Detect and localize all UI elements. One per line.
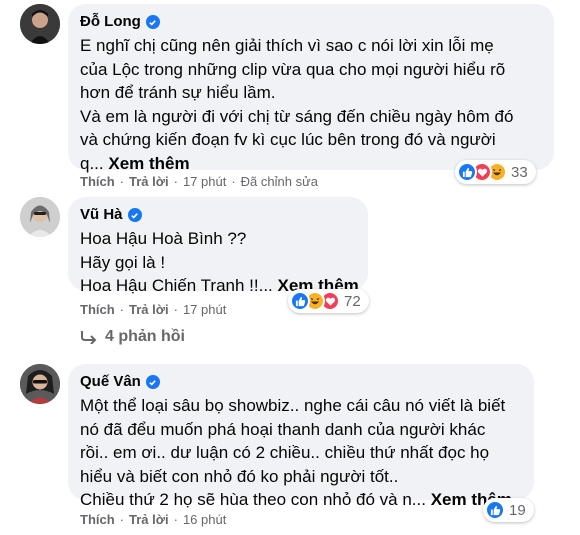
verified-badge-icon bbox=[145, 375, 160, 389]
comment-text: E nghĩ chị cũng nên giải thích vì sao c … bbox=[80, 34, 542, 175]
comment-line: Một thể loại sâu bọ showbiz.. nghe cái c… bbox=[80, 396, 506, 415]
like-button[interactable]: Thích bbox=[80, 512, 115, 527]
comment-line: Hoa Hậu Chiến Tranh !!... bbox=[80, 276, 273, 295]
timestamp[interactable]: 16 phút bbox=[183, 512, 226, 527]
avatar-image bbox=[20, 364, 60, 404]
verified-badge-icon bbox=[145, 15, 160, 29]
like-reaction-icon bbox=[290, 291, 310, 311]
like-reaction-icon bbox=[485, 500, 505, 520]
timestamp[interactable]: 17 phút bbox=[183, 302, 226, 317]
comment-actions: Thích · Trả lời · 17 phút bbox=[80, 302, 226, 317]
comment-line: rồi.. em ơi.. dư luận có 2 chiều.. chiều… bbox=[80, 443, 490, 462]
separator-dot: · bbox=[119, 174, 125, 189]
comment-line: Hãy gọi là ! bbox=[80, 252, 166, 272]
comment-line: q... bbox=[80, 153, 104, 173]
comment-line: hiểu và biết con nhỏ đó ko phải người tố… bbox=[80, 466, 399, 486]
comment-1: Đỗ Long E nghĩ chị cũng nên giải thích v… bbox=[20, 4, 554, 173]
reply-button[interactable]: Trả lời bbox=[129, 174, 169, 189]
comment-line: hơn để tránh sự hiểu lầm. bbox=[80, 83, 276, 102]
comment-actions: Thích · Trả lời · 16 phút bbox=[80, 512, 226, 527]
separator-dot: · bbox=[173, 512, 178, 527]
comment-line: E nghĩ chị cũng nên giải thích vì sao c … bbox=[80, 36, 494, 55]
reaction-count: 72 bbox=[344, 292, 361, 310]
avatar[interactable] bbox=[20, 4, 60, 44]
comment-line: Và em là người đi với chị từ sáng đến ch… bbox=[80, 106, 514, 126]
edited-label[interactable]: Đã chỉnh sửa bbox=[241, 174, 318, 189]
reaction-summary[interactable]: 72 bbox=[288, 289, 369, 313]
separator-dot: · bbox=[173, 302, 178, 317]
see-more-link[interactable]: Xem thêm bbox=[108, 154, 189, 173]
reply-button[interactable]: Trả lời bbox=[129, 302, 169, 317]
author-name[interactable]: Vũ Hà bbox=[80, 205, 123, 225]
separator-dot: · bbox=[119, 302, 125, 317]
comment-bubble: Quế Vân Một thể loại sâu bọ showbiz.. ng… bbox=[68, 364, 534, 509]
separator-dot: · bbox=[231, 174, 236, 189]
author-name[interactable]: Đỗ Long bbox=[80, 12, 141, 32]
reaction-count: 33 bbox=[511, 163, 528, 181]
comment-line: Hoa Hậu Hoà Bình ?? bbox=[80, 229, 247, 248]
comment-3: Quế Vân Một thể loại sâu bọ showbiz.. ng… bbox=[20, 364, 534, 509]
separator-dot: · bbox=[173, 174, 178, 189]
comment-bubble: Đỗ Long E nghĩ chị cũng nên giải thích v… bbox=[68, 4, 554, 173]
comment-2: Vũ Hà Hoa Hậu Hoà Bình ?? Hãy gọi là ! H… bbox=[20, 197, 368, 295]
comment-line: của Lộc trong những clip vừa qua cho mọi… bbox=[80, 59, 506, 79]
comment-text: Hoa Hậu Hoà Bình ?? Hãy gọi là ! Hoa Hậu… bbox=[80, 227, 359, 298]
comment-line: và chứng kiến đoạn fv kì cục lúc bên tro… bbox=[80, 130, 496, 149]
comment-line: Chiều thứ 2 họ sẽ hùa theo con nhỏ đó và… bbox=[80, 490, 426, 509]
comment-line: nó đã đểu muốn phá hoại thanh danh của n… bbox=[80, 419, 486, 439]
comment-actions: Thích · Trả lời · 17 phút · Đã chỉnh sửa bbox=[80, 174, 318, 189]
avatar-image bbox=[20, 4, 60, 44]
reply-arrow-icon bbox=[81, 331, 97, 344]
comment-bubble: Vũ Hà Hoa Hậu Hoà Bình ?? Hãy gọi là ! H… bbox=[68, 197, 368, 295]
verified-badge-icon bbox=[127, 208, 142, 222]
avatar[interactable] bbox=[20, 197, 60, 237]
reaction-summary[interactable]: 33 bbox=[455, 160, 536, 184]
reaction-summary[interactable]: 19 bbox=[483, 498, 534, 522]
replies-count-label[interactable]: 4 phản hồi bbox=[105, 328, 185, 346]
avatar-image bbox=[20, 197, 60, 237]
timestamp[interactable]: 17 phút bbox=[183, 174, 226, 189]
view-replies-button[interactable]: 4 phản hồi bbox=[80, 328, 185, 346]
like-reaction-icon bbox=[457, 162, 477, 182]
reaction-count: 19 bbox=[509, 501, 526, 519]
reply-button[interactable]: Trả lời bbox=[129, 512, 169, 527]
avatar[interactable] bbox=[20, 364, 60, 404]
comment-text: Một thể loại sâu bọ showbiz.. nghe cái c… bbox=[80, 394, 522, 512]
like-button[interactable]: Thích bbox=[80, 302, 115, 317]
author-name[interactable]: Quế Vân bbox=[80, 372, 141, 392]
like-button[interactable]: Thích bbox=[80, 174, 115, 189]
separator-dot: · bbox=[119, 512, 125, 527]
